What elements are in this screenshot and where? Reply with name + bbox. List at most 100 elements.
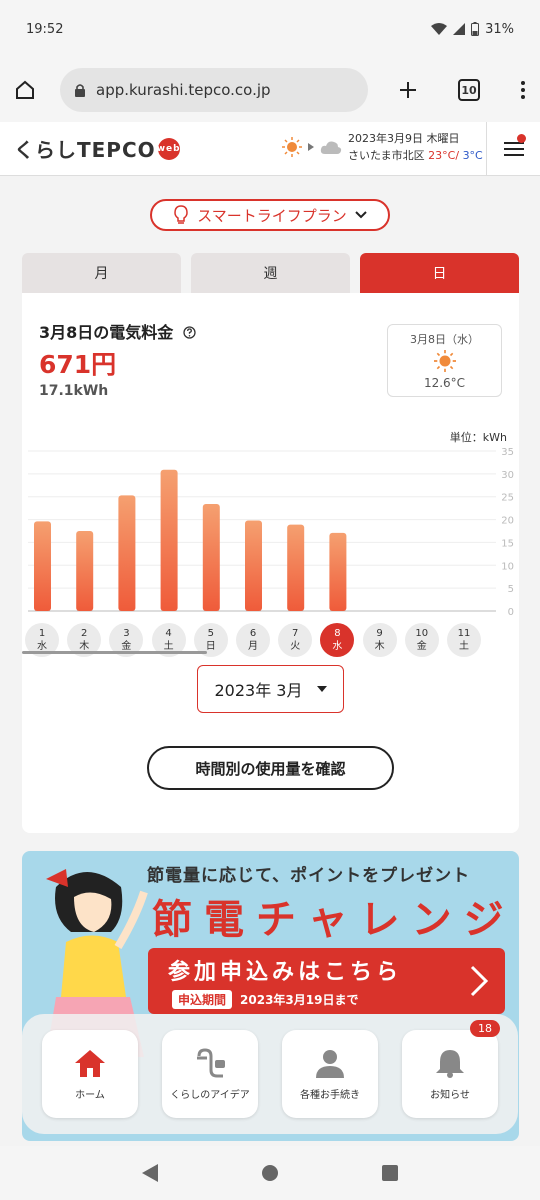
nav-procedures-label: 各種お手続き: [300, 1089, 360, 1101]
back-icon[interactable]: [141, 1164, 158, 1182]
hourly-usage-button[interactable]: 時間別の使用量を確認: [147, 746, 394, 790]
hamburger-menu-button[interactable]: [486, 122, 540, 176]
date-chip-weekday: 月: [248, 641, 258, 652]
temp-low: 3°C: [462, 149, 483, 162]
signal-icon: [453, 23, 466, 35]
banner-cta-label: 参加申込みはこちら: [168, 960, 403, 985]
date-chip-weekday: 金: [416, 641, 427, 652]
sun-icon: [433, 350, 456, 372]
plan-selector[interactable]: スマートライフプラン: [150, 199, 390, 231]
charge-amount: 671円: [39, 350, 117, 379]
temp-high: 23°C/: [428, 149, 460, 162]
notification-dot: [517, 134, 526, 143]
caret-down-icon: [316, 686, 327, 692]
date-chip-day: 1: [38, 628, 46, 639]
day-weather-temp: 12.6°C: [423, 376, 466, 390]
logo-text: くらしTEPCO: [14, 138, 156, 162]
date-chip[interactable]: 6月: [236, 623, 270, 657]
usage-bar[interactable]: [245, 520, 262, 611]
date-chip-day: 9: [376, 628, 383, 639]
new-tab-icon[interactable]: [398, 80, 418, 100]
logo-web-badge: web: [157, 137, 180, 160]
home-icon[interactable]: [14, 79, 36, 101]
period-tabs: 月 週 日: [22, 253, 519, 293]
y-tick-label: 35: [501, 447, 514, 458]
battery-percent: 31%: [485, 21, 514, 37]
weather-text: 2023年3月9日 木曜日 さいたま市北区 23°C/ 3°C: [348, 130, 483, 164]
nav-notifications-label: お知らせ: [430, 1089, 470, 1101]
usage-bar[interactable]: [118, 495, 136, 611]
y-tick-label: 10: [501, 561, 514, 572]
nav-procedures[interactable]: 各種お手続き: [282, 1030, 378, 1118]
tab-month[interactable]: 月: [22, 253, 181, 293]
date-chip-day: 7: [292, 628, 299, 639]
banner-period: 申込期間 2023年3月19日まで: [172, 990, 358, 1009]
usage-bar[interactable]: [160, 469, 178, 611]
date-strip-scrollbar[interactable]: [22, 651, 207, 654]
plan-label: スマートライフプラン: [197, 206, 347, 225]
usage-bar[interactable]: [202, 504, 220, 611]
browser-toolbar: app.kurashi.tepco.co.jp 10: [0, 58, 540, 122]
status-time: 19:52: [26, 21, 64, 37]
site-logo[interactable]: くらしTEPCO web: [14, 134, 180, 163]
month-select-value: 2023年 3月: [214, 681, 303, 700]
recents-icon[interactable]: [382, 1165, 399, 1181]
usage-card: 3月8日の電気料金 671円 17.1kWh 3月8日（水） 12.6°C 単位…: [22, 293, 519, 833]
notification-badge: 18: [470, 1020, 500, 1037]
sun-icon: [282, 137, 302, 157]
tab-switcher-button[interactable]: 10: [458, 79, 480, 101]
usage-bar[interactable]: [34, 521, 51, 611]
nav-ideas-label: くらしのアイデア: [170, 1089, 250, 1101]
weather-widget: 2023年3月9日 木曜日 さいたま市北区 23°C/ 3°C: [282, 130, 483, 164]
tab-day[interactable]: 日: [360, 253, 519, 293]
date-chip[interactable]: 11 土: [447, 623, 481, 657]
charge-title: 3月8日の電気料金: [39, 319, 196, 343]
date-chip-day: 2: [81, 628, 88, 639]
date-chip-day: 3: [123, 628, 130, 639]
address-bar[interactable]: app.kurashi.tepco.co.jp: [60, 68, 368, 112]
chevron-down-icon: [355, 211, 367, 219]
arrow-right-icon: [308, 143, 314, 151]
day-weather-date: 3月8日（水）: [410, 333, 479, 346]
date-chip-day: 10: [415, 628, 429, 639]
usage-bar[interactable]: [76, 531, 94, 611]
date-chip[interactable]: 7火: [278, 623, 313, 657]
home-circle-icon[interactable]: [261, 1164, 279, 1182]
lock-icon: [75, 84, 85, 97]
y-tick-label: 5: [508, 584, 514, 595]
hamburger-icon: [503, 142, 524, 156]
home-icon: [75, 1049, 105, 1077]
charge-title-text: 3月8日の電気料金: [39, 323, 174, 342]
tab-week[interactable]: 週: [191, 253, 350, 293]
date-chip-day: 5: [207, 628, 214, 639]
date-chip-day: 11: [457, 628, 471, 639]
more-menu-icon[interactable]: [520, 80, 526, 100]
month-select[interactable]: 2023年 3月: [197, 665, 344, 713]
date-chip-weekday: 木: [374, 641, 385, 652]
cloud-icon: [320, 141, 342, 154]
nav-ideas[interactable]: くらしのアイデア: [162, 1030, 258, 1118]
date-chip-day: 8: [334, 628, 341, 639]
usage-bar-chart: 0 5 10 15 20 25 30 35: [28, 447, 514, 618]
plug-icon: [197, 1047, 225, 1077]
banner-title: 節電チャレンジ: [152, 897, 516, 943]
y-tick-label: 20: [501, 516, 514, 527]
date-chip[interactable]: 10 金: [404, 623, 439, 657]
banner-subtitle: 節電量に応じて、ポイントをプレゼント: [147, 866, 471, 886]
weather-date: 2023年3月9日 木曜日: [348, 132, 460, 145]
nav-notifications[interactable]: お知らせ 18: [402, 1020, 500, 1118]
y-tick-label: 15: [501, 538, 514, 549]
date-chip-weekday: 水: [332, 641, 343, 652]
usage-bar[interactable]: [329, 532, 347, 611]
banner-apply-button[interactable]: 参加申込みはこちら 申込期間 2023年3月19日まで: [148, 948, 505, 1014]
help-icon[interactable]: [183, 326, 196, 339]
date-chip[interactable]: 8水: [320, 623, 355, 657]
nav-home[interactable]: ホーム: [42, 1030, 138, 1118]
nav-home-label: ホーム: [75, 1089, 105, 1101]
date-chip-weekday: 火: [290, 641, 301, 652]
date-chip[interactable]: 9木: [362, 623, 397, 657]
usage-bar[interactable]: [287, 524, 305, 611]
y-tick-label: 25: [501, 493, 514, 504]
date-chip-weekday: 土: [459, 641, 469, 652]
status-bar: 19:52 31%: [0, 0, 540, 58]
